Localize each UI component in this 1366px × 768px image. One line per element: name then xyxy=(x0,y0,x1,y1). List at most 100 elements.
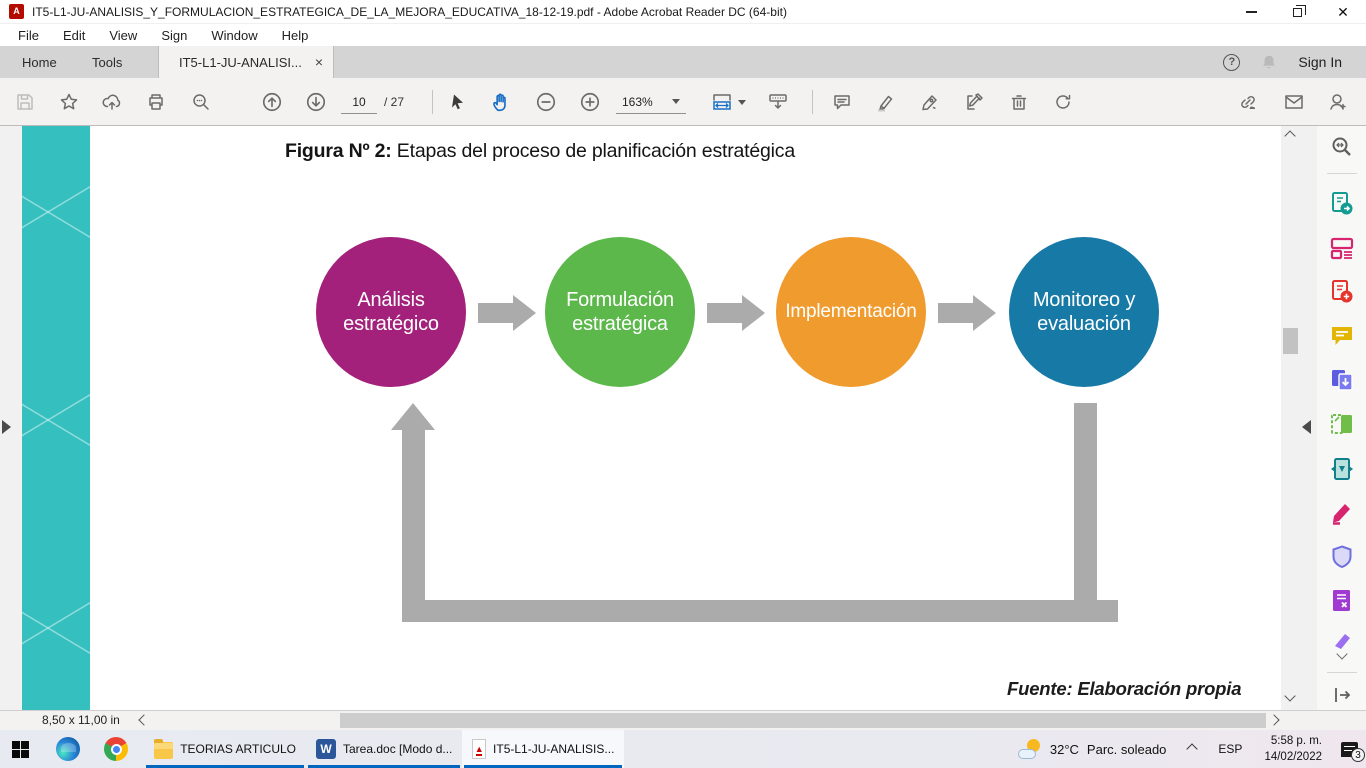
edit-pdf-icon xyxy=(1329,235,1355,261)
action-center-button[interactable]: 3 xyxy=(1332,730,1366,768)
close-button[interactable]: ✕ xyxy=(1320,0,1366,24)
shield-icon xyxy=(1329,544,1355,570)
next-page-button[interactable] xyxy=(300,86,332,118)
tools-pane-handle[interactable] xyxy=(1302,414,1316,440)
comment-tool-button[interactable] xyxy=(1327,322,1357,351)
email-button[interactable] xyxy=(1278,86,1310,118)
zoom-level-select[interactable]: 163% xyxy=(616,90,686,114)
vertical-scroll-thumb[interactable] xyxy=(1283,328,1298,354)
find-button[interactable] xyxy=(185,86,217,118)
fill-sign-button[interactable] xyxy=(914,86,946,118)
export-pdf-button[interactable] xyxy=(1327,189,1357,218)
minimize-button[interactable] xyxy=(1228,0,1274,24)
select-tool-button[interactable] xyxy=(442,86,474,118)
vertical-scrollbar[interactable] xyxy=(1281,126,1300,710)
chrome-taskbar-button[interactable] xyxy=(96,730,136,768)
scroll-up-arrow[interactable] xyxy=(1286,132,1296,142)
stage-implementacion: Implementación xyxy=(776,237,926,387)
save-button[interactable] xyxy=(9,86,41,118)
tab-home[interactable]: Home xyxy=(6,46,73,78)
stage-label: Análisis xyxy=(357,288,424,312)
create-pdf-button[interactable] xyxy=(1327,277,1357,306)
chrome-icon xyxy=(104,737,128,761)
zoom-in-button[interactable] xyxy=(574,86,606,118)
stage-label: Formulación xyxy=(566,288,674,312)
share-people-button[interactable] xyxy=(1322,86,1354,118)
scroll-left-arrow[interactable] xyxy=(140,716,150,726)
organize-pages-button[interactable] xyxy=(1327,410,1357,439)
stage-monitoreo: Monitoreo y evaluación xyxy=(1009,237,1159,387)
highlight-button[interactable] xyxy=(870,86,902,118)
taskbar-overflow-button[interactable] xyxy=(1178,745,1206,753)
window-titlebar: A IT5-L1-JU-ANALISIS_Y_FORMULACION_ESTRA… xyxy=(0,0,1366,24)
fill-sign-tool-button[interactable] xyxy=(1327,498,1357,527)
figure-title-text: Etapas del proceso de planificación estr… xyxy=(392,140,795,162)
scroll-down-arrow[interactable] xyxy=(1286,692,1296,702)
link-icon xyxy=(1237,91,1259,113)
tab-document[interactable]: IT5-L1-JU-ANALISI... × xyxy=(158,46,334,78)
menu-help[interactable]: Help xyxy=(272,26,319,45)
menu-sign[interactable]: Sign xyxy=(151,26,197,45)
start-button[interactable] xyxy=(0,730,40,768)
pdf-page: Figura Nº 2: Etapas del proceso de plani… xyxy=(22,126,1281,710)
loop-bottom-segment xyxy=(402,600,1118,622)
stamp-button[interactable] xyxy=(958,86,990,118)
previous-page-button[interactable] xyxy=(256,86,288,118)
share-cloud-button[interactable] xyxy=(96,86,128,118)
fountain-pen-icon xyxy=(920,92,940,112)
sign-in-button[interactable]: Sign In xyxy=(1298,54,1342,70)
comment-button[interactable] xyxy=(826,86,858,118)
more-tools-button[interactable] xyxy=(1327,631,1357,660)
clock-widget[interactable]: 5:58 p. m. 14/02/2022 xyxy=(1254,733,1332,765)
status-bar: 8,50 x 11,00 in xyxy=(0,710,1366,730)
page-display-button[interactable] xyxy=(762,86,794,118)
collapse-left-icon xyxy=(1302,420,1311,434)
search-tools-button[interactable] xyxy=(1327,132,1357,161)
acrobat-file-icon: ▲ xyxy=(472,739,486,759)
delete-pages-button[interactable] xyxy=(1003,86,1035,118)
compress-pdf-button[interactable] xyxy=(1327,454,1357,483)
edge-taskbar-button[interactable] xyxy=(48,730,88,768)
tab-tools[interactable]: Tools xyxy=(76,46,138,78)
share-link-button[interactable] xyxy=(1232,86,1264,118)
tab-bar: Home Tools IT5-L1-JU-ANALISI... × ? Sign… xyxy=(0,46,1366,78)
protect-pdf-button[interactable] xyxy=(1327,542,1357,571)
hand-tool-button[interactable] xyxy=(485,86,517,118)
horizontal-scroll-thumb[interactable] xyxy=(340,713,1266,728)
tab-close-icon[interactable]: × xyxy=(315,54,323,70)
zoom-out-button[interactable] xyxy=(530,86,562,118)
favorite-button[interactable] xyxy=(53,86,85,118)
refresh-button[interactable] xyxy=(1047,86,1079,118)
restore-button[interactable] xyxy=(1274,0,1320,24)
print-button[interactable] xyxy=(140,86,172,118)
menu-file[interactable]: File xyxy=(8,26,49,45)
taskbar-app-word[interactable]: W Tarea.doc [Modo d... xyxy=(306,730,462,768)
arrow-up-circle-icon xyxy=(261,91,283,113)
menu-window[interactable]: Window xyxy=(201,26,267,45)
menu-view[interactable]: View xyxy=(99,26,147,45)
combine-files-button[interactable] xyxy=(1327,366,1357,395)
weather-description: Parc. soleado xyxy=(1087,742,1167,757)
fit-width-button[interactable] xyxy=(706,86,750,118)
taskbar-app-folder[interactable]: TEORIAS ARTICULO xyxy=(144,730,306,768)
page-number-input[interactable]: 10 xyxy=(341,90,377,114)
trash-icon xyxy=(1009,92,1029,112)
language-indicator[interactable]: ESP xyxy=(1206,742,1254,756)
envelope-icon xyxy=(1283,91,1305,113)
edit-pdf-button[interactable] xyxy=(1327,233,1357,262)
taskbar-app-acrobat[interactable]: ▲ IT5-L1-JU-ANALISIS... xyxy=(462,730,624,768)
help-icon[interactable]: ? xyxy=(1223,54,1240,71)
taskbar-app-label: IT5-L1-JU-ANALISIS... xyxy=(493,742,614,756)
weather-widget[interactable]: 32°C Parc. soleado xyxy=(1006,739,1179,759)
stage-label: evaluación xyxy=(1037,312,1131,336)
page-size-label: 8,50 x 11,00 in xyxy=(42,713,120,727)
menu-edit[interactable]: Edit xyxy=(53,26,95,45)
toolbar-divider xyxy=(432,90,433,114)
taskbar-app-label: TEORIAS ARTICULO xyxy=(180,742,296,756)
scroll-right-arrow[interactable] xyxy=(1270,716,1280,726)
star-icon xyxy=(59,92,79,112)
expand-tools-button[interactable] xyxy=(1327,681,1357,710)
bell-icon[interactable] xyxy=(1260,53,1278,71)
redact-button[interactable] xyxy=(1327,587,1357,616)
nav-pane-handle[interactable] xyxy=(2,414,16,440)
